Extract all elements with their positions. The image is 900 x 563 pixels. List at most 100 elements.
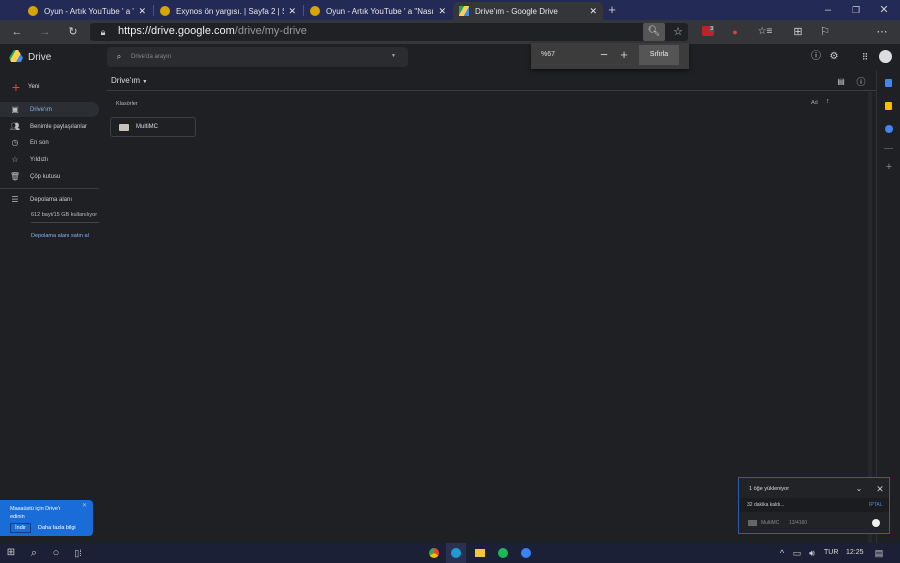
notifications-icon[interactable]: ▤	[872, 545, 886, 561]
search-icon[interactable]: ⌕	[27, 545, 41, 561]
close-tab-icon[interactable]: ✕	[589, 6, 597, 17]
url-path: /drive/my-drive	[234, 25, 307, 37]
search-options-caret-icon[interactable]: ▼	[391, 53, 396, 59]
nav-label: Benimle paylaşılanlar	[30, 123, 88, 130]
shared-people-icon: 👥︎	[9, 122, 21, 131]
folder-card[interactable]: MultiMC	[110, 117, 196, 137]
tab-2[interactable]: Exynos ön yargısı. | Sayfa 2 | SDN ✕	[154, 2, 302, 20]
nav-label: En son	[30, 139, 49, 146]
list-view-icon[interactable]: ▤	[834, 74, 848, 90]
close-panel-icon[interactable]: ✕	[873, 481, 887, 497]
close-tab-icon[interactable]: ✕	[288, 6, 296, 17]
close-tab-icon[interactable]: ✕	[438, 6, 446, 17]
clock-icon: ◷	[11, 138, 19, 147]
divider	[0, 188, 99, 189]
tab-3[interactable]: Oyun - Artık YouTube ' a "Nasıl E ✕	[304, 2, 452, 20]
spotify-icon[interactable]	[498, 548, 508, 558]
apps-grid-icon[interactable]: ⠿	[858, 49, 872, 65]
drive-search-input[interactable]: ⌕ Drive'da arayın ▼	[107, 47, 408, 67]
favorites-list-icon[interactable]: ☆≡	[757, 24, 773, 40]
cortana-icon[interactable]: ○	[49, 545, 63, 561]
tab-drive-active[interactable]: Drive'ım - Google Drive ✕	[453, 2, 603, 20]
nav-starred[interactable]: ☆ Yıldızlı	[0, 152, 99, 167]
address-bar[interactable]: 🔒︎ https://drive.google.com/drive/my-dri…	[90, 23, 688, 41]
nav-shared-with-me[interactable]: 👥︎ Benimle paylaşılanlar	[0, 119, 99, 134]
back-button[interactable]: ←	[9, 24, 25, 40]
task-view-icon[interactable]: ▯⁞	[71, 545, 85, 561]
drive-logo-text[interactable]: Drive	[28, 52, 51, 63]
clock[interactable]: 12:25	[846, 549, 864, 556]
tray-chevron-icon[interactable]: ^	[776, 545, 788, 561]
divider	[107, 90, 876, 91]
buy-storage-link[interactable]: Depolama alanı satın al	[31, 233, 89, 239]
upload-status-bar: 32 dakika kaldı... İPTAL	[739, 498, 889, 512]
storage-bar	[31, 222, 99, 223]
chrome-icon[interactable]	[429, 548, 439, 558]
new-button[interactable]: + Yeni	[4, 77, 56, 97]
progress-spinner-icon	[872, 519, 880, 527]
help-icon[interactable]: ⓘ	[809, 49, 823, 65]
file-explorer-icon[interactable]	[475, 549, 485, 557]
language-indicator[interactable]: TUR	[824, 549, 838, 556]
url-text[interactable]: https://drive.google.com/drive/my-drive	[118, 25, 307, 37]
calendar-icon[interactable]	[885, 79, 892, 87]
windows-start-icon[interactable]: ⊞	[4, 545, 18, 561]
download-button[interactable]: İndir	[10, 523, 31, 533]
network-icon[interactable]: ▭	[791, 545, 803, 561]
scrollbar[interactable]	[868, 92, 872, 543]
account-avatar[interactable]	[879, 50, 892, 63]
promo-text: Masaüstü için Drive'ı edinin	[10, 506, 61, 520]
sort-by-name[interactable]: Ad	[811, 100, 818, 106]
upload-panel: 1 öğe yükleniyor ⌄ ✕ 32 dakika kaldı... …	[738, 477, 890, 534]
collections-icon[interactable]: ⊞	[790, 24, 806, 40]
zoom-icon[interactable]: 🔍︎	[643, 23, 665, 41]
drive-favicon-icon	[459, 6, 469, 16]
cancel-upload-button[interactable]: İPTAL	[869, 502, 883, 508]
keep-icon[interactable]	[885, 102, 892, 110]
site-favicon-icon	[28, 6, 38, 16]
upload-item-name: MultiMC	[761, 520, 780, 526]
favorite-star-icon[interactable]: ☆	[670, 24, 686, 40]
nav-label: Yıldızlı	[30, 156, 49, 163]
close-tab-icon[interactable]: ✕	[138, 6, 146, 17]
learn-more-link[interactable]: Daha fazla bilgi	[38, 525, 76, 531]
extension-icon[interactable]: ●	[728, 24, 742, 40]
forward-button[interactable]: →	[37, 24, 53, 40]
app-icon[interactable]	[521, 548, 531, 558]
my-drive-icon: ▣	[11, 105, 19, 114]
zoom-level: %67	[541, 51, 556, 58]
tasks-icon[interactable]	[885, 125, 893, 133]
volume-icon[interactable]: 🔊︎	[806, 545, 818, 561]
add-addon-icon[interactable]: +	[882, 159, 896, 175]
plus-icon: +	[11, 79, 21, 95]
sort-direction-arrow-icon[interactable]: ↑	[826, 98, 830, 105]
new-label: Yeni	[28, 84, 40, 90]
tab-1[interactable]: Oyun - Artık YouTube ' a "Nasıl E ✕	[22, 2, 152, 20]
zoom-out-button[interactable]: −	[597, 47, 611, 63]
breadcrumb[interactable]: Drive'ım ▼	[111, 76, 147, 85]
close-promo-icon[interactable]: ✕	[82, 502, 87, 509]
ublock-extension-icon[interactable]: 3	[702, 26, 714, 36]
drive-logo-icon	[9, 50, 23, 62]
chevron-down-icon: ▼	[142, 79, 148, 85]
reload-button[interactable]: ↻	[65, 24, 81, 40]
nav-my-drive[interactable]: ▣ Drive'ım	[0, 102, 99, 117]
zoom-in-button[interactable]: +	[617, 47, 631, 63]
more-menu-icon[interactable]: ⋯	[874, 24, 890, 40]
nav-storage[interactable]: ☰ Depolama alanı	[0, 192, 99, 207]
settings-gear-icon[interactable]: ⚙	[827, 49, 841, 65]
nav-trash[interactable]: 🗑︎ Çöp kutusu	[0, 169, 99, 184]
zoom-reset-button[interactable]: Sıfırla	[639, 45, 679, 65]
new-tab-button[interactable]: +	[605, 2, 619, 18]
restore-button[interactable]: ❐	[848, 2, 864, 18]
nav-label: Çöp kutusu	[30, 173, 61, 180]
collapse-chevron-icon[interactable]: ⌄	[852, 481, 866, 497]
info-icon[interactable]: ⓘ	[854, 74, 868, 90]
site-favicon-icon	[310, 6, 320, 16]
minimize-button[interactable]: –	[820, 2, 836, 18]
close-window-button[interactable]: ✕	[876, 2, 892, 18]
feedback-icon[interactable]: ⚐	[817, 24, 833, 40]
edge-icon[interactable]	[451, 548, 461, 558]
nav-recent[interactable]: ◷ En son	[0, 135, 99, 150]
lock-icon[interactable]: 🔒︎	[96, 24, 110, 40]
